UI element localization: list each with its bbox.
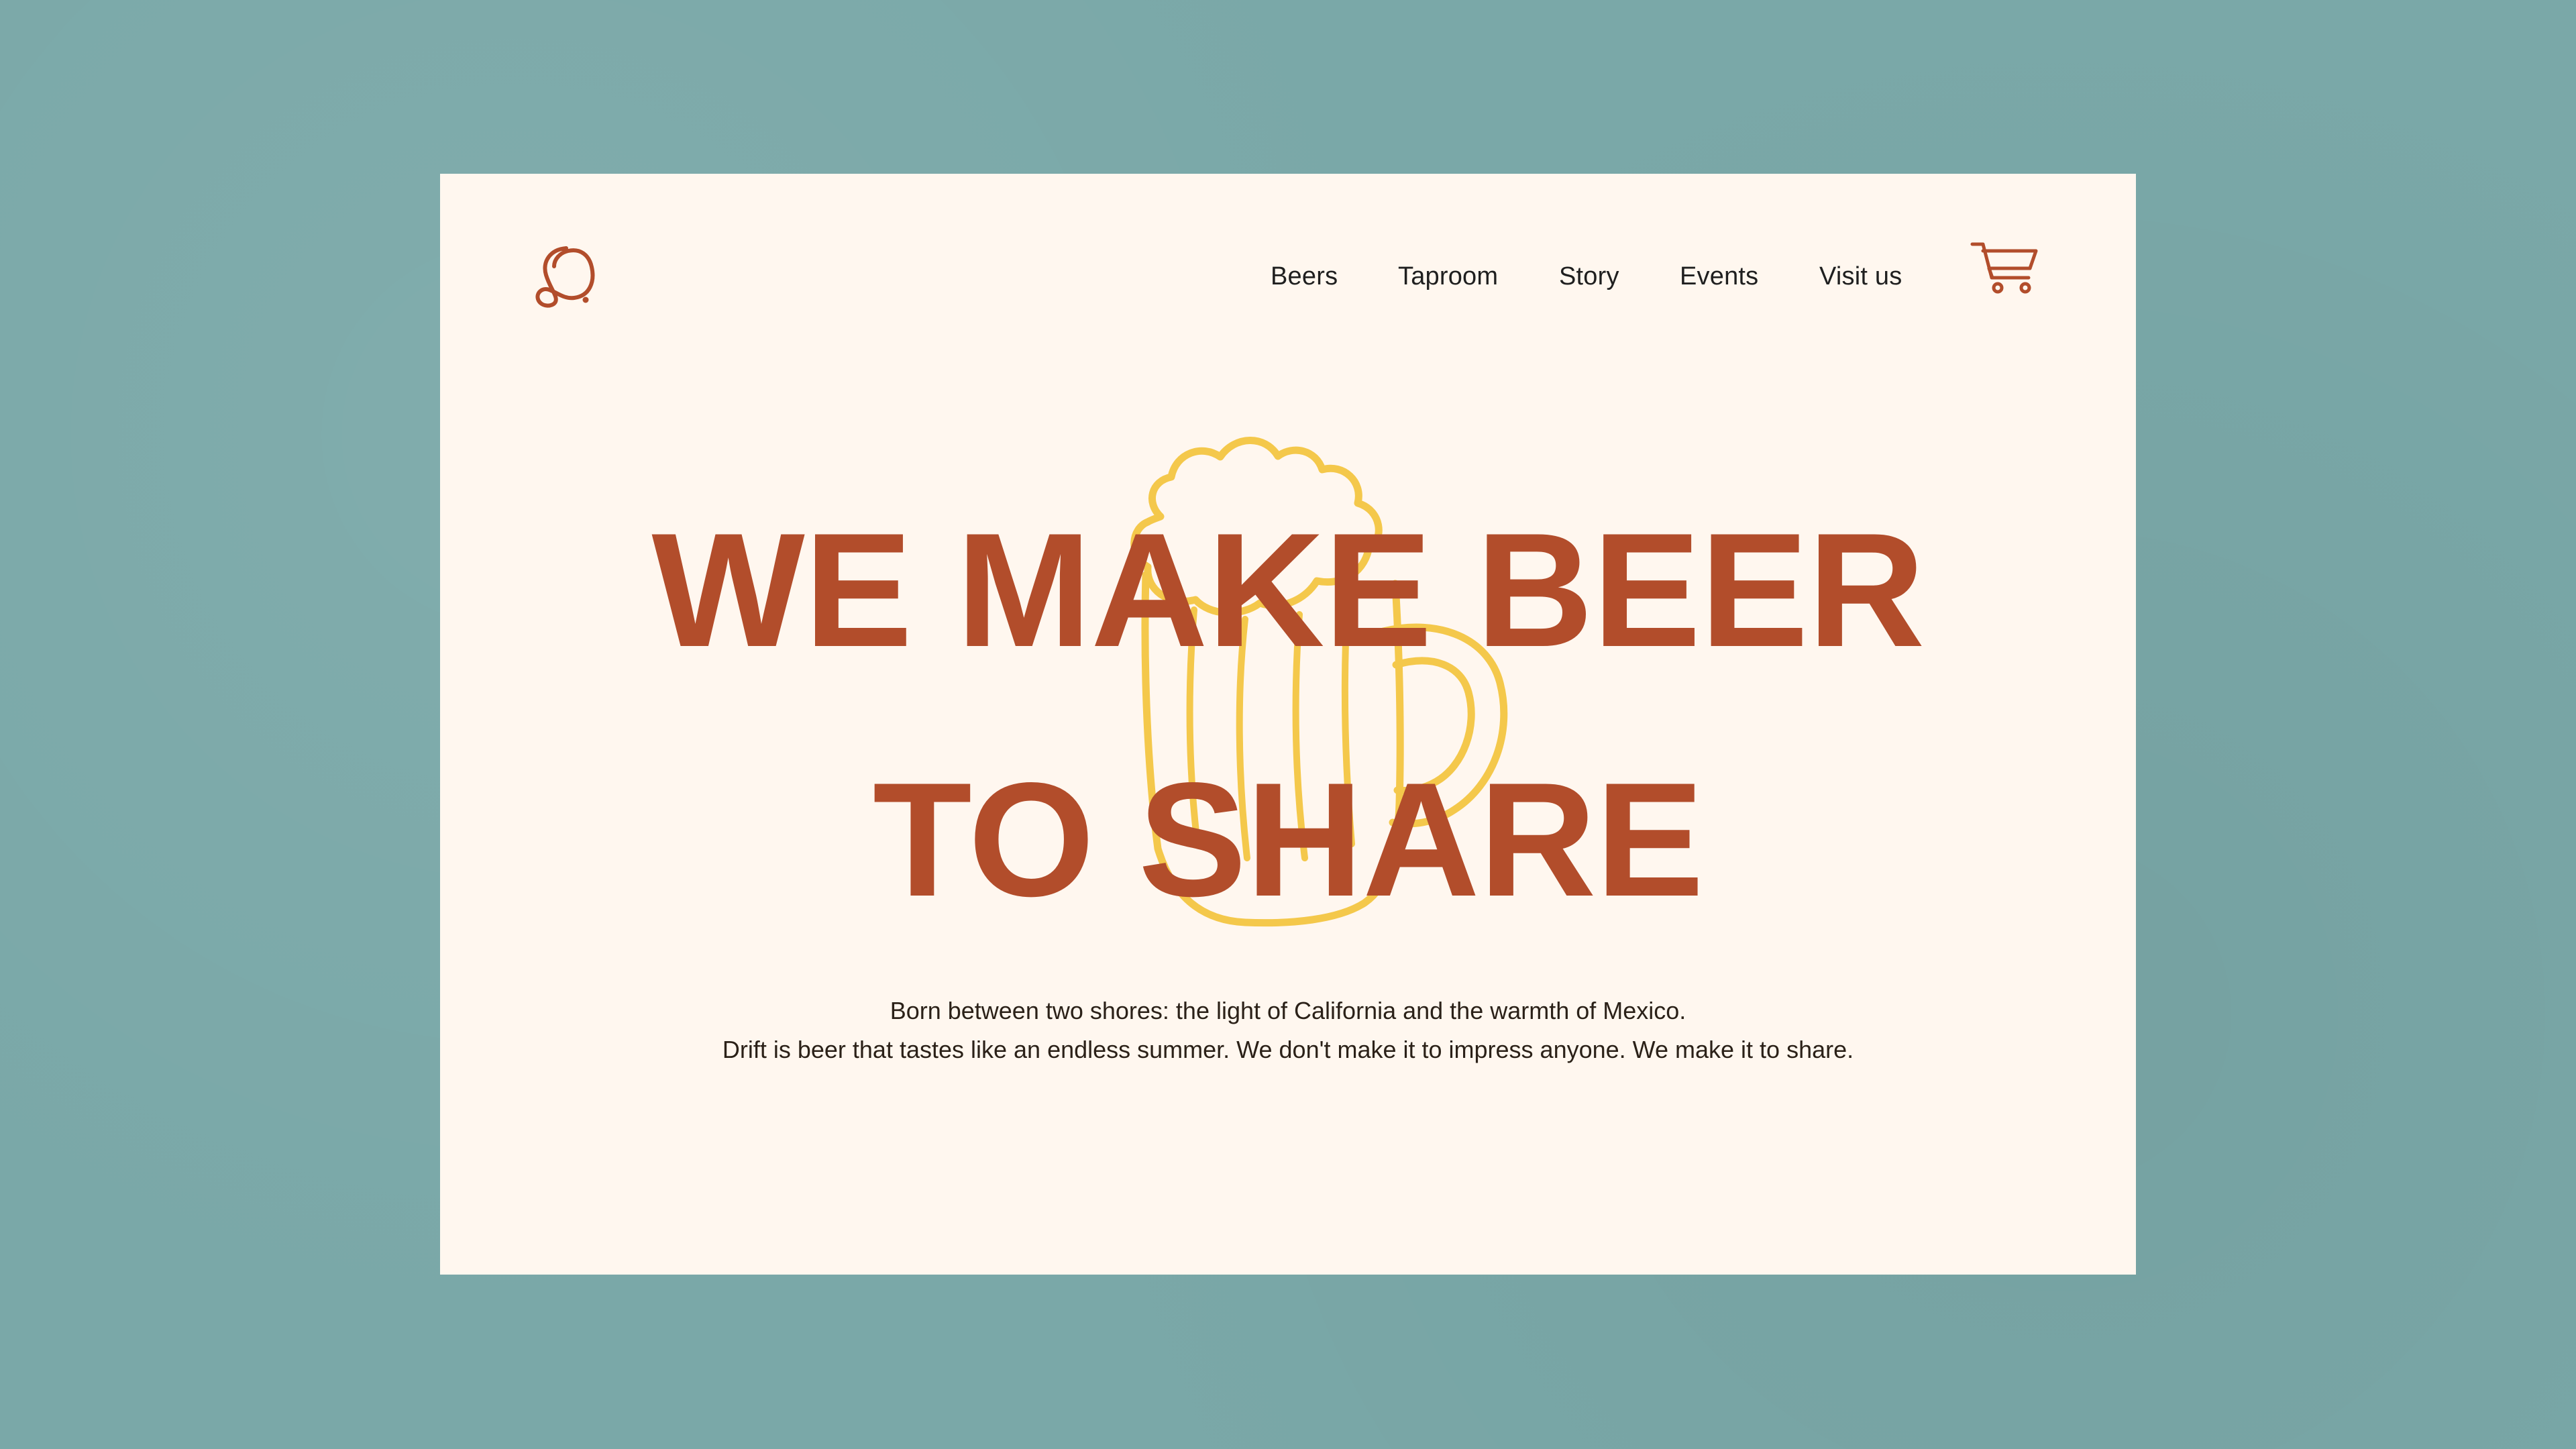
website-card: Beers Taproom Story Events Visit us WE M… — [440, 174, 2136, 1275]
nav-item-events[interactable]: Events — [1680, 253, 1758, 300]
hero-description-line-1: Born between two shores: the light of Ca… — [890, 997, 1686, 1024]
nav-item-story[interactable]: Story — [1559, 253, 1619, 300]
hero-description-line-2: Drift is beer that tastes like an endles… — [722, 1036, 1854, 1063]
nav-item-beers[interactable]: Beers — [1271, 253, 1338, 300]
hero-headline-line-2: TO SHARE — [872, 749, 1704, 930]
hero-headline-line-1: WE MAKE BEER — [651, 500, 1925, 681]
shopping-cart-icon[interactable] — [1968, 239, 2042, 299]
main-navigation: Beers Taproom Story Events Visit us — [440, 253, 2136, 300]
nav-item-taproom[interactable]: Taproom — [1398, 253, 1498, 300]
nav-item-visit-us[interactable]: Visit us — [1819, 253, 1902, 300]
